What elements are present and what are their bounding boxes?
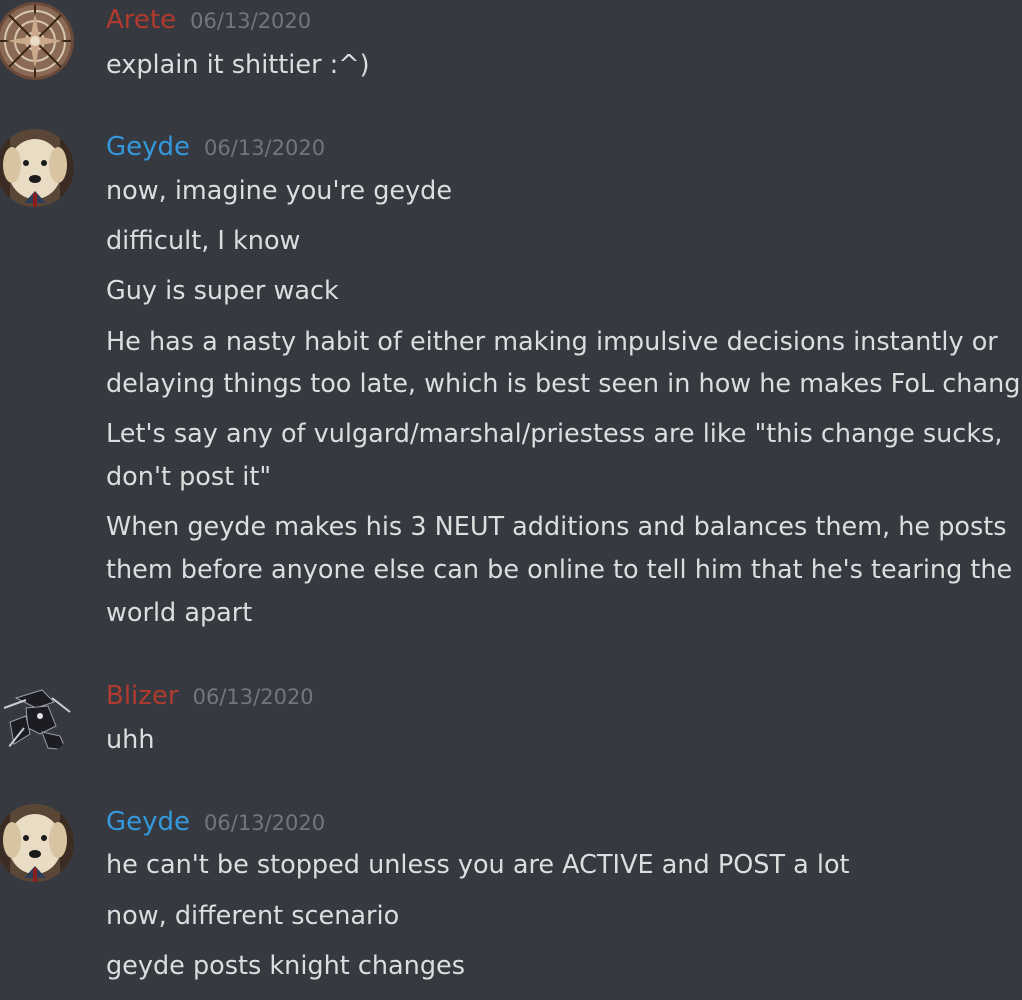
message-text: Let's say any of vulgard/marshal/prieste… [106,419,1003,449]
username[interactable]: Geyde [106,132,190,162]
chat-message-list: Arete 06/13/2020 explain it shittier :^) … [0,0,1022,1000]
message-text: Guy is super wack [106,276,339,306]
message-header: Geyde 06/13/2020 [106,127,325,167]
avatar-dog-icon[interactable] [0,804,74,882]
message-text: difficult, I know [106,226,301,256]
message-text: geyde posts knight changes [106,951,466,981]
message-text: explain it shittier :^) [106,50,370,80]
timestamp: 06/13/2020 [192,685,314,709]
username[interactable]: Blizer [106,681,179,711]
message-text: now, different scenario [106,901,400,931]
message-text: delaying things too late, which is best … [106,369,1022,399]
message-header: Geyde 06/13/2020 [106,802,325,842]
avatar-dog-icon[interactable] [0,129,74,207]
message-header: Arete 06/13/2020 [106,0,311,40]
message-text: uhh [106,725,155,755]
timestamp: 06/13/2020 [190,9,312,33]
timestamp: 06/13/2020 [204,136,326,160]
username[interactable]: Geyde [106,807,190,837]
username[interactable]: Arete [106,5,176,35]
message-text: When geyde makes his 3 NEUT additions an… [106,512,1007,542]
message-text: world apart [106,598,253,628]
message-header: Blizer 06/13/2020 [106,676,314,716]
timestamp: 06/13/2020 [204,811,326,835]
message-text: them before anyone else can be online to… [106,555,1013,585]
message-text: now, imagine you're geyde [106,176,453,206]
message-text: He has a nasty habit of either making im… [106,327,998,357]
avatar-anime-figure-icon[interactable] [0,678,74,756]
message-text: he can't be stopped unless you are ACTIV… [106,850,850,880]
avatar-kaleidoscope-icon[interactable] [0,2,74,80]
message-text: don't post it" [106,462,272,492]
